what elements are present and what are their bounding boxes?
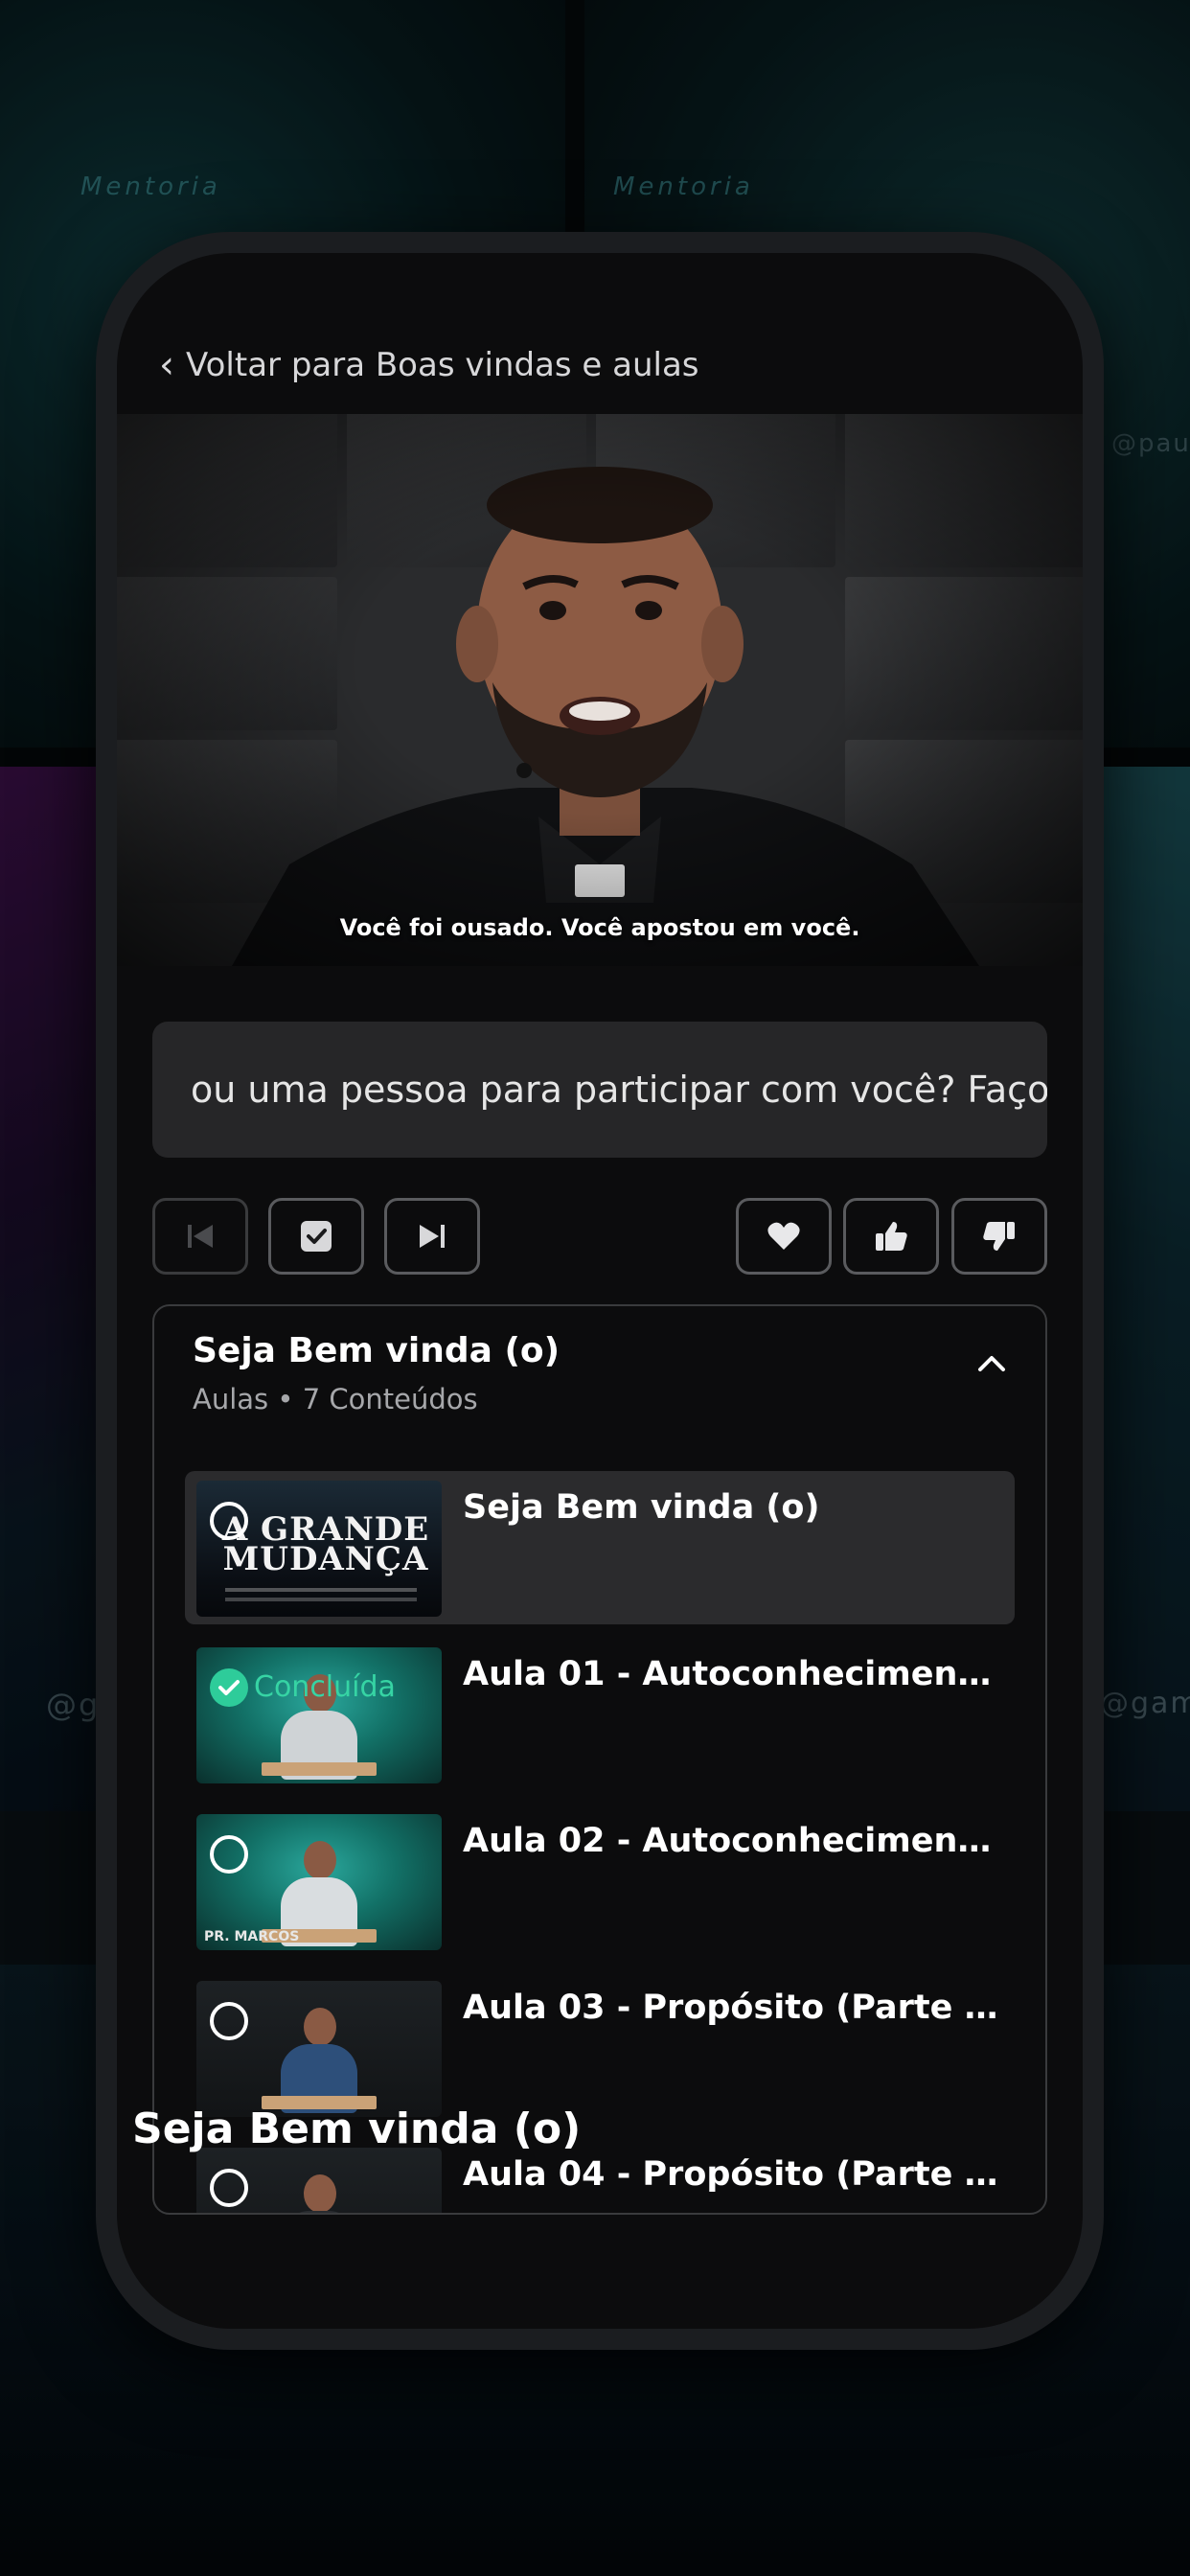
next-lesson-button[interactable] — [384, 1198, 480, 1275]
incomplete-circle-icon — [210, 2002, 248, 2040]
comment-text: ou uma pessoa para participar com você? … — [191, 1069, 1047, 1111]
chevron-left-icon: ‹ — [159, 343, 174, 387]
lesson-thumbnail: PR. MARCOS — [196, 1814, 442, 1950]
chevron-up-icon[interactable] — [976, 1354, 1007, 1373]
favorite-button[interactable] — [736, 1198, 832, 1275]
lesson-thumbnail — [196, 2148, 442, 2213]
lesson-title: Seja Bem vinda (o) — [463, 1488, 820, 1527]
comment-field[interactable]: ou uma pessoa para participar com você? … — [152, 1022, 1047, 1158]
module-subtitle: Aulas • 7 Conteúdos — [193, 1383, 478, 1415]
lesson-title: Aula 03 - Propósito (Parte 1) — [463, 1989, 999, 2027]
section-title: Seja Bem vinda (o) — [132, 2104, 582, 2153]
thumbnail-label: PR. MARCOS — [204, 1929, 300, 1944]
video-player[interactable]: Você foi ousado. Você apostou em você. — [117, 414, 1083, 966]
thumbs-down-icon — [983, 1222, 1015, 1251]
thumbs-up-icon — [876, 1222, 907, 1251]
incomplete-circle-icon — [210, 1835, 248, 1874]
video-vignette — [117, 414, 1083, 966]
mark-complete-button[interactable] — [268, 1198, 364, 1275]
podium-shape — [262, 1762, 377, 1776]
thumbnail-text-line — [225, 1598, 417, 1601]
lesson-item[interactable]: Concluída Aula 01 - Autoconhecimento... — [185, 1638, 1015, 1791]
lesson-item[interactable]: Aula 03 - Propósito (Parte 1) — [185, 1971, 1015, 2125]
check-circle-icon — [210, 1668, 248, 1707]
back-label: Voltar para Boas vindas e aulas — [186, 346, 699, 384]
module-title: Seja Bem vinda (o) — [193, 1331, 561, 1370]
incomplete-circle-icon — [210, 1502, 248, 1540]
lesson-thumbnail — [196, 1981, 442, 2117]
speaker-figure — [281, 2174, 357, 2213]
video-subtitle: Você foi ousado. Você apostou em você. — [339, 914, 860, 941]
incomplete-circle-icon — [210, 2169, 248, 2207]
app-screen: ‹ Voltar para Boas vindas e aulas Você f… — [117, 253, 1083, 2329]
lesson-title: Aula 04 - Propósito (Parte 2) — [463, 2155, 999, 2194]
thumbnail-title: A GRANDE MUDANÇA — [221, 1510, 430, 1578]
lesson-thumbnail: Concluída — [196, 1647, 442, 1783]
lesson-item[interactable]: A GRANDE MUDANÇA Seja Bem vinda (o) — [185, 1471, 1015, 1624]
thumbnail-text-line — [225, 1588, 417, 1592]
like-button[interactable] — [843, 1198, 939, 1275]
skip-previous-icon — [188, 1225, 213, 1248]
lesson-title: Aula 02 - Autoconhecimento... — [463, 1822, 999, 1860]
previous-lesson-button[interactable] — [152, 1198, 248, 1275]
lesson-item[interactable]: PR. MARCOS Aula 02 - Autoconhecimento... — [185, 1805, 1015, 1958]
completed-badge: Concluída — [254, 1670, 396, 1704]
back-link[interactable]: ‹ Voltar para Boas vindas e aulas — [159, 341, 699, 389]
dislike-button[interactable] — [951, 1198, 1047, 1275]
lesson-title: Aula 01 - Autoconhecimento... — [463, 1655, 999, 1693]
heart-icon — [767, 1222, 800, 1250]
skip-next-icon — [420, 1225, 445, 1248]
lesson-thumbnail: A GRANDE MUDANÇA — [196, 1481, 442, 1617]
phone-frame: ‹ Voltar para Boas vindas e aulas Você f… — [96, 232, 1104, 2350]
module-card: Seja Bem vinda (o) Aulas • 7 Conteúdos A… — [152, 1304, 1047, 2215]
check-square-icon — [301, 1221, 332, 1252]
